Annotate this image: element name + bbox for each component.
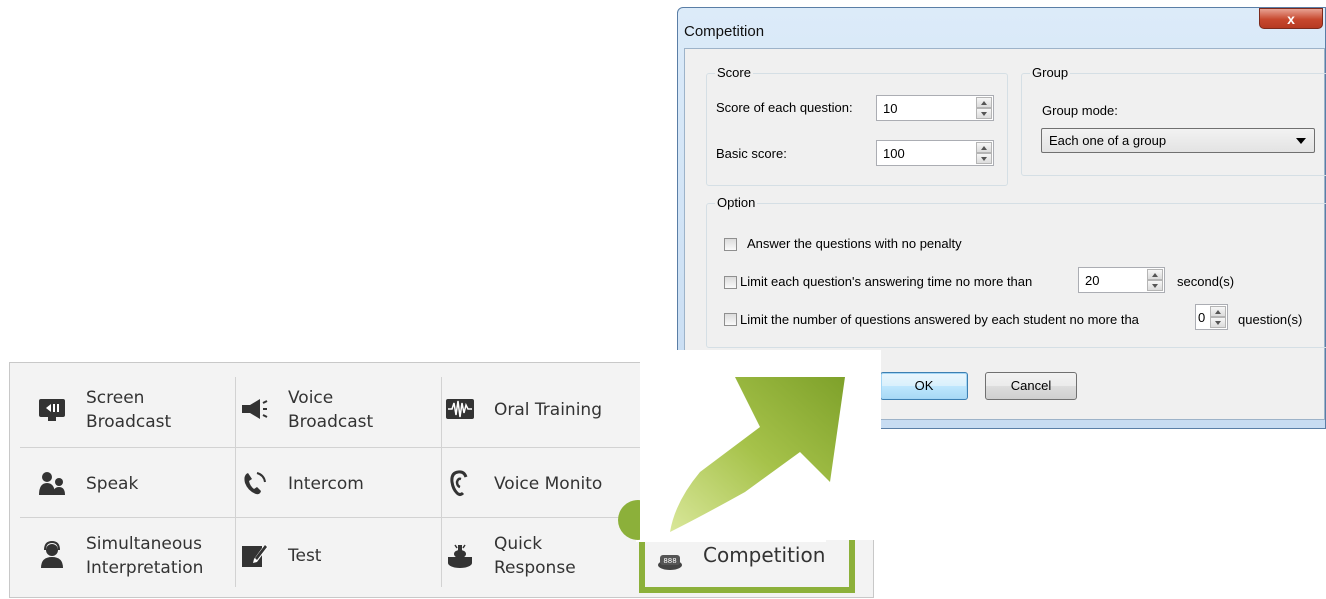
basic-score-spinbox[interactable]: 100 bbox=[876, 140, 994, 166]
row-divider bbox=[20, 517, 640, 518]
screen-broadcast-icon bbox=[39, 399, 65, 421]
waveform-icon bbox=[446, 399, 474, 419]
oral-training-label: Oral Training bbox=[494, 400, 602, 420]
group-mode-value: Each one of a group bbox=[1049, 133, 1167, 148]
group-group: Group Group mode: Each one of a group bbox=[1021, 65, 1326, 176]
pointer-arrow-icon bbox=[670, 377, 845, 532]
svg-text:888: 888 bbox=[663, 557, 676, 565]
speak-item[interactable]: Speak bbox=[20, 451, 230, 513]
score-each-label: Score of each question: bbox=[716, 100, 853, 115]
limit-time-value: 20 bbox=[1085, 273, 1100, 288]
simultaneous-interpretation-item[interactable]: Simultaneous Interpretation bbox=[20, 521, 230, 589]
no-penalty-label: Answer the questions with no penalty bbox=[747, 236, 962, 251]
test-label: Test bbox=[288, 546, 322, 566]
close-button[interactable]: x bbox=[1259, 8, 1323, 29]
megaphone-icon bbox=[242, 399, 268, 419]
voice-broadcast-line1: Voice bbox=[288, 388, 334, 408]
score-each-spinbox[interactable]: 10 bbox=[876, 95, 994, 121]
score-group: Score Score of each question: 10 Basic s… bbox=[706, 65, 1008, 186]
limit-time-checkbox[interactable] bbox=[724, 276, 737, 289]
basic-score-value: 100 bbox=[883, 146, 905, 161]
headset-person-icon bbox=[41, 541, 63, 568]
voice-broadcast-line2: Broadcast bbox=[288, 412, 374, 432]
voice-monitor-label: Voice Monito bbox=[494, 474, 603, 494]
score-group-title: Score bbox=[715, 65, 753, 80]
limit-time-label: Limit each question's answering time no … bbox=[740, 274, 1033, 289]
limit-time-unit: second(s) bbox=[1177, 274, 1235, 289]
quick-response-item[interactable]: Quick Response bbox=[428, 521, 638, 589]
ear-icon bbox=[450, 470, 468, 496]
spin-up-arrow-icon[interactable] bbox=[1210, 306, 1226, 317]
intercom-label: Intercom bbox=[288, 474, 364, 494]
test-item[interactable]: Test bbox=[222, 521, 432, 589]
limit-count-label: Limit the number of questions answered b… bbox=[740, 312, 1139, 327]
spin-up-arrow-icon[interactable] bbox=[1147, 269, 1163, 280]
limit-time-spinbox[interactable]: 20 bbox=[1078, 267, 1165, 293]
edit-document-icon bbox=[242, 544, 268, 567]
simultaneous-line1: Simultaneous bbox=[86, 534, 202, 554]
spin-down-arrow-icon[interactable] bbox=[1210, 317, 1226, 328]
option-group-title: Option bbox=[715, 195, 758, 210]
spin-down-arrow-icon[interactable] bbox=[1147, 280, 1163, 291]
score-each-value: 10 bbox=[883, 101, 898, 116]
group-group-title: Group bbox=[1030, 65, 1071, 80]
dialog-title: Competition bbox=[684, 23, 765, 40]
group-mode-label: Group mode: bbox=[1042, 103, 1118, 118]
screen-broadcast-line1: Screen bbox=[86, 388, 145, 408]
speak-label: Speak bbox=[86, 474, 139, 494]
spin-up-arrow-icon[interactable] bbox=[976, 97, 992, 108]
close-icon: x bbox=[1287, 11, 1295, 27]
limit-count-checkbox[interactable] bbox=[724, 313, 737, 326]
option-group: Option Answer the questions with no pena… bbox=[706, 195, 1326, 348]
buzzer-icon bbox=[448, 544, 472, 568]
phone-icon bbox=[244, 472, 266, 495]
chevron-down-icon bbox=[1296, 138, 1306, 144]
cancel-button[interactable]: Cancel bbox=[985, 372, 1077, 400]
screen-broadcast-item[interactable]: Screen Broadcast bbox=[20, 375, 230, 443]
intercom-item[interactable]: Intercom bbox=[222, 451, 432, 513]
dialog-titlebar[interactable]: Competition x bbox=[678, 8, 1325, 48]
speaker-person-icon bbox=[39, 472, 65, 495]
simultaneous-line2: Interpretation bbox=[86, 558, 204, 578]
limit-count-unit: question(s) bbox=[1238, 312, 1303, 327]
basic-score-label: Basic score: bbox=[716, 146, 787, 161]
screen-broadcast-line2: Broadcast bbox=[86, 412, 172, 432]
oral-training-item[interactable]: Oral Training bbox=[428, 375, 638, 443]
spin-down-arrow-icon[interactable] bbox=[976, 108, 992, 119]
competition-label: Competition bbox=[703, 543, 826, 567]
row-divider bbox=[20, 447, 640, 448]
voice-broadcast-item[interactable]: Voice Broadcast bbox=[222, 375, 432, 443]
competition-icon: 888 bbox=[658, 555, 682, 570]
group-mode-select[interactable]: Each one of a group bbox=[1041, 128, 1315, 153]
spin-down-arrow-icon[interactable] bbox=[976, 153, 992, 164]
limit-count-spinbox[interactable]: 0 bbox=[1195, 304, 1228, 330]
spin-up-arrow-icon[interactable] bbox=[976, 142, 992, 153]
voice-monitor-item[interactable]: Voice Monito bbox=[428, 451, 638, 513]
no-penalty-checkbox[interactable] bbox=[724, 238, 737, 251]
quick-response-line1: Quick bbox=[494, 534, 543, 554]
quick-response-line2: Response bbox=[494, 558, 576, 578]
limit-count-value: 0 bbox=[1198, 310, 1206, 325]
ok-button[interactable]: OK bbox=[880, 372, 968, 400]
